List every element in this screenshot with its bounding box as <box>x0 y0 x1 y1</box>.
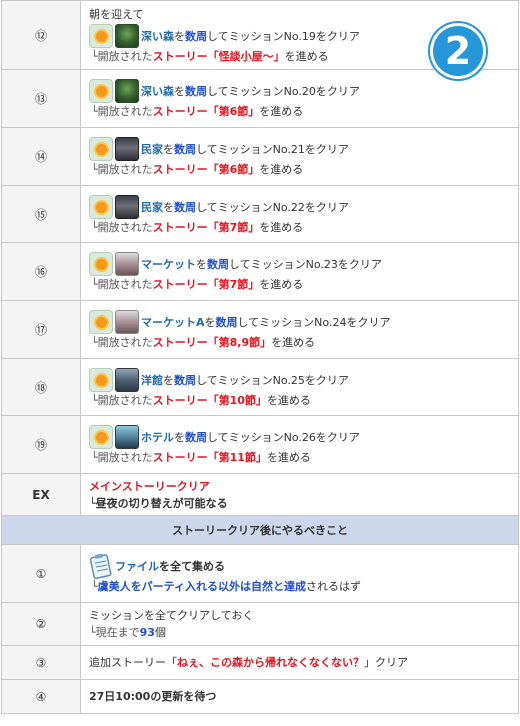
story-link[interactable]: ストーリー「第7節」 <box>153 221 260 234</box>
guide-page: ⑫ 朝を迎えて 深い森 を 数周 してミッションNo.19をクリア └開放された… <box>1 0 519 714</box>
location-link[interactable]: 深い森 <box>141 28 174 44</box>
market-icon <box>115 310 139 334</box>
house-icon <box>115 137 139 161</box>
file-link[interactable]: ファイル <box>115 558 159 574</box>
table-row: ③ 追加ストーリー「ねぇ、この森から帰れなくなくない？」クリア <box>1 645 519 680</box>
location-link[interactable]: 民家 <box>141 141 163 157</box>
location-link[interactable]: 洋館 <box>141 372 163 388</box>
sun-icon <box>89 252 113 276</box>
sun-icon <box>89 137 113 161</box>
row-number: ⑭ <box>1 127 81 186</box>
hotel-icon <box>115 425 139 449</box>
row-number: ⑱ <box>1 358 81 416</box>
row-number: ⑲ <box>1 415 81 474</box>
row-number: ⑬ <box>1 69 81 128</box>
forest-icon <box>115 79 139 103</box>
story-link[interactable]: ストーリー「第6節」 <box>153 105 260 118</box>
table-row: ① ファイル を全て集める └虞美人をパーティ入れる以外は自然と達成されるはず <box>1 544 519 603</box>
table-row: ④ 27日10:00の更新を待つ <box>1 679 519 714</box>
row-number: ② <box>1 602 81 646</box>
extra-story-link[interactable]: ねぇ、この森から帰れなくなくない？ <box>177 656 364 669</box>
row-number: ③ <box>1 645 81 680</box>
table-row-ex: EX メインストーリークリア └昼夜の切り替えが可能なる <box>1 473 519 516</box>
table-row: ⑱ 洋館 を 数周 してミッションNo.25をクリア └開放されたストーリー「第… <box>1 358 519 416</box>
sun-icon <box>89 367 113 392</box>
table-row: ⑯ マーケット を 数周 してミッションNo.23をクリア └開放されたストーリ… <box>1 242 519 301</box>
story-link[interactable]: ストーリー「怪談小屋～」 <box>153 50 285 63</box>
table-row: ⑮ 民家 を 数周 してミッションNo.22をクリア └開放されたストーリー「第… <box>1 185 519 243</box>
sun-icon <box>89 310 113 334</box>
row-number: ① <box>1 544 81 603</box>
mission-table: ⑫ 朝を迎えて 深い森 を 数周 してミッションNo.19をクリア └開放された… <box>1 0 519 714</box>
mission-count: 93 <box>139 626 155 639</box>
section-header-row: ストーリークリア後にやるべきこと <box>1 515 519 545</box>
location-link[interactable]: 民家 <box>141 199 163 215</box>
location-link[interactable]: ホテル <box>141 429 174 445</box>
table-row: ⑭ 民家 を 数周 してミッションNo.21をクリア └開放されたストーリー「第… <box>1 127 519 186</box>
location-link[interactable]: マーケット <box>141 256 196 272</box>
story-link[interactable]: ストーリー「第10節」 <box>153 394 267 407</box>
row-number: ⑰ <box>1 300 81 359</box>
sun-icon <box>89 79 113 103</box>
table-row: ⑰ マーケットA を 数周 してミッションNo.24をクリア └開放されたストー… <box>1 300 519 359</box>
sun-icon <box>89 425 113 449</box>
story-link[interactable]: ストーリー「第6節」 <box>153 163 260 176</box>
clipboard-icon <box>89 553 112 580</box>
location-link[interactable]: 深い森 <box>141 83 174 99</box>
row-number: ⑫ <box>1 0 81 70</box>
main-story-clear-text: メインストーリークリア <box>89 479 210 493</box>
house-icon <box>115 194 139 219</box>
forest-icon <box>115 23 139 48</box>
file-icon <box>89 553 113 580</box>
row-number: ⑮ <box>1 185 81 243</box>
table-row: ⑲ ホテル を 数周 してミッションNo.26をクリア └開放されたストーリー「… <box>1 415 519 474</box>
row-number: ④ <box>1 679 81 714</box>
story-link[interactable]: ストーリー「第11節」 <box>153 451 267 464</box>
table-row: ⑬ 深い森 を 数周 してミッションNo.20をクリア └開放されたストーリー「… <box>1 69 519 128</box>
row-header-text: 朝を迎えて <box>89 7 144 21</box>
section-header: ストーリークリア後にやるべきこと <box>1 515 519 545</box>
row-number: ⑯ <box>1 242 81 301</box>
row-number: EX <box>1 473 81 516</box>
mansion-icon <box>115 367 139 392</box>
table-row: ② ミッションを全てクリアしておく └現在まで93個 <box>1 602 519 646</box>
location-link[interactable]: マーケットA <box>141 314 205 330</box>
step-number-badge: 2 <box>430 23 486 79</box>
story-link[interactable]: ストーリー「第7節」 <box>153 278 260 291</box>
sun-icon <box>89 23 113 48</box>
sun-icon <box>89 194 113 219</box>
ex-sub-text: └昼夜の切り替えが可能なる <box>89 496 228 510</box>
market-icon <box>115 252 139 276</box>
story-link[interactable]: ストーリー「第8,9節」 <box>153 336 272 349</box>
